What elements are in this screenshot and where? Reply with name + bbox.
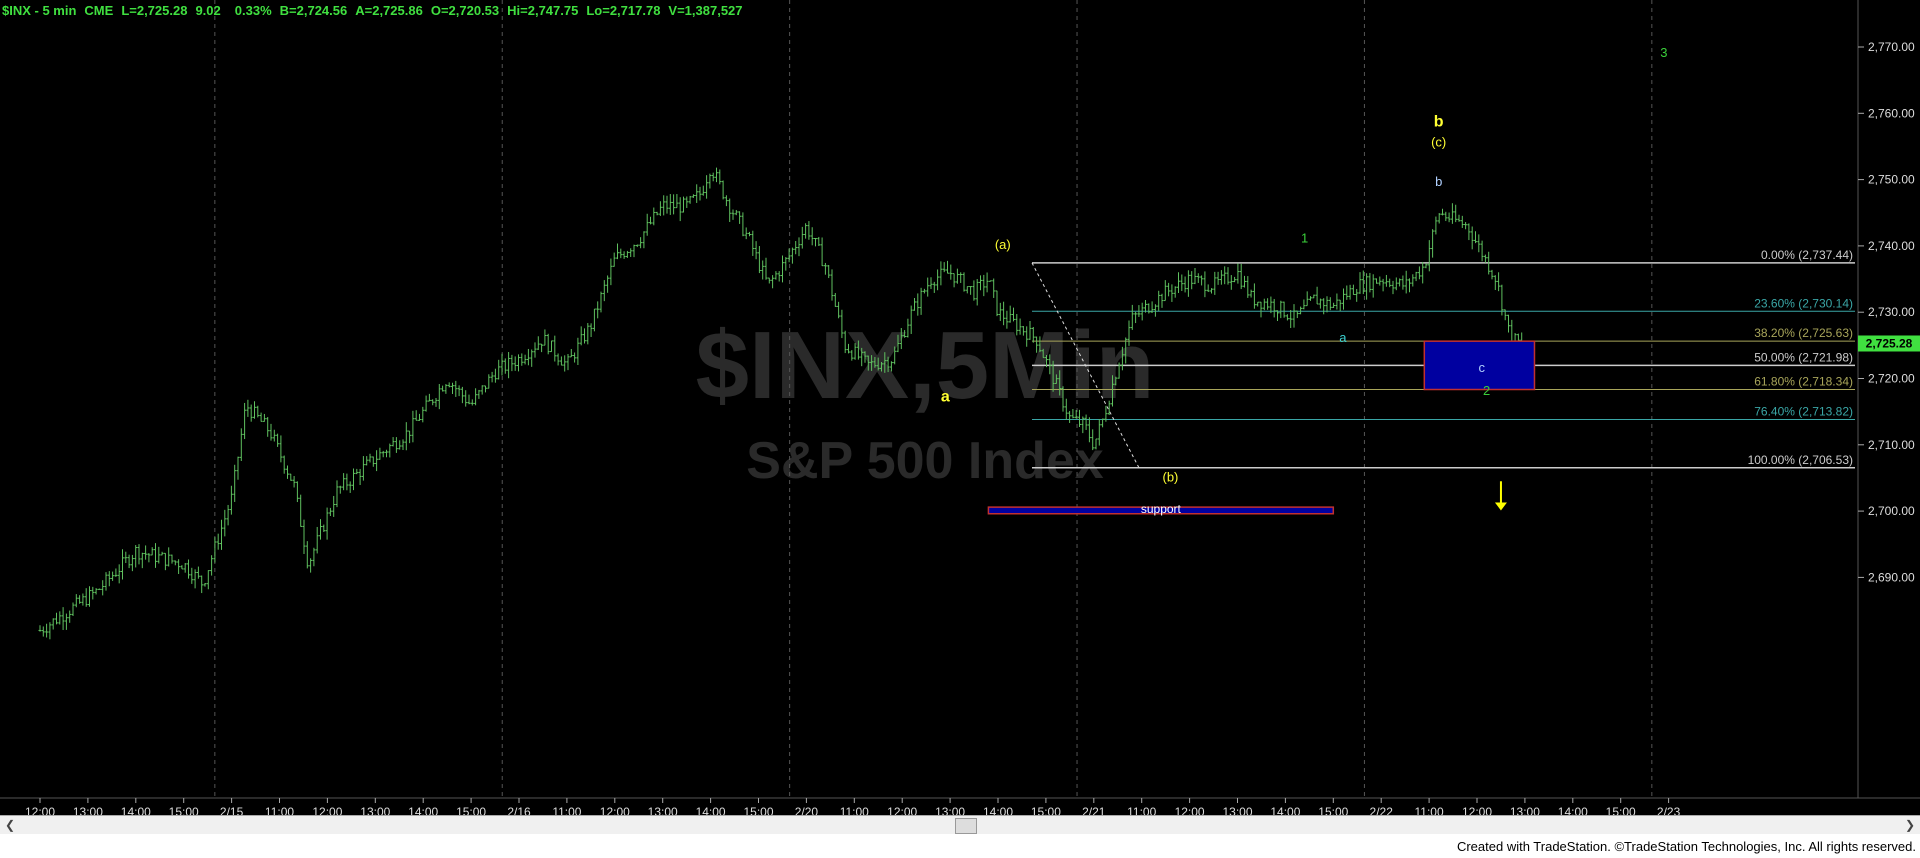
x-tick-label: 14:00 (121, 805, 151, 815)
exchange-label: CME (84, 3, 113, 18)
wave-label: 1 (1301, 231, 1308, 246)
percent-change: 0.33% (235, 3, 272, 18)
x-tick-label: 14:00 (1558, 805, 1588, 815)
low-price: Lo=2,717.78 (586, 3, 660, 18)
x-tick-label: 11:00 (1415, 805, 1444, 815)
y-tick-label: 2,730.00 (1868, 305, 1915, 319)
time-axis[interactable]: 12:00 13:00 14:00 15:00 2/15 11:00 12:00 13:00 1… (25, 798, 1681, 815)
horizontal-scrollbar[interactable]: ❮ ❯ (0, 815, 1920, 835)
x-tick-label: 15:00 (1318, 805, 1348, 815)
scroll-left-icon[interactable]: ❮ (2, 816, 18, 834)
x-tick-label: 2/15 (220, 805, 244, 815)
wave-label: b (1434, 114, 1444, 131)
last-price: L=2,725.28 (121, 3, 187, 18)
fib-level-label: 50.00% (2,721.98) (1754, 350, 1853, 364)
watermark-name: S&P 500 Index (746, 432, 1104, 490)
fib-level-label: 100.00% (2,706.53) (1748, 453, 1853, 467)
x-tick-label: 13:00 (648, 805, 678, 815)
wave-label: (a) (995, 237, 1011, 252)
x-tick-label: 15:00 (743, 805, 773, 815)
net-change: 9.02 (195, 3, 220, 18)
x-tick-label: 13:00 (360, 805, 390, 815)
x-tick-label: 14:00 (408, 805, 438, 815)
y-tick-label: 2,720.00 (1868, 372, 1915, 386)
x-tick-label: 11:00 (840, 805, 869, 815)
last-price-tag: 2,725.28 (1858, 335, 1920, 352)
y-tick-label: 2,740.00 (1868, 239, 1915, 253)
wave-label: 3 (1660, 45, 1667, 60)
scroll-right-icon[interactable]: ❯ (1902, 816, 1918, 834)
ask-price: A=2,725.86 (355, 3, 423, 18)
x-tick-label: 2/20 (795, 805, 819, 815)
price-chart[interactable]: $INX,5Min S&P 500 Index 0.00% (2,737.44)… (0, 0, 1920, 815)
x-tick-label: 2/23 (1657, 805, 1681, 815)
x-tick-label: 15:00 (456, 805, 486, 815)
x-tick-label: 13:00 (73, 805, 103, 815)
x-tick-label: 12:00 (1175, 805, 1205, 815)
x-tick-label: 12:00 (1462, 805, 1492, 815)
x-tick-label: 12:00 (600, 805, 630, 815)
x-tick-label: 15:00 (169, 805, 199, 815)
support-label: support (1141, 502, 1182, 516)
x-tick-label: 15:00 (1606, 805, 1636, 815)
fib-level-label: 38.20% (2,725.63) (1754, 326, 1853, 340)
scroll-thumb[interactable] (955, 818, 977, 834)
x-tick-label: 11:00 (552, 805, 581, 815)
fib-level-label: 76.40% (2,713.82) (1754, 404, 1853, 418)
x-tick-label: 12:00 (887, 805, 917, 815)
x-tick-label: 2/16 (507, 805, 531, 815)
x-tick-label: 12:00 (25, 805, 55, 815)
x-tick-label: 11:00 (265, 805, 294, 815)
wave-label: a (1339, 330, 1347, 345)
x-tick-label: 13:00 (1510, 805, 1540, 815)
wave-label: c (1479, 360, 1486, 375)
wave-label: 2 (1483, 383, 1490, 398)
copyright-text: Created with TradeStation. ©TradeStation… (1456, 839, 1916, 854)
x-tick-label: 12:00 (312, 805, 342, 815)
wave-label: b (1435, 174, 1442, 189)
x-tick-label: 14:00 (1270, 805, 1300, 815)
y-tick-label: 2,690.00 (1868, 570, 1915, 584)
price-axis[interactable]: 2,690.00 2,700.00 2,710.00 2,720.00 2,730.00… (1858, 40, 1915, 584)
y-tick-label: 2,770.00 (1868, 40, 1915, 54)
wave-label: (c) (1431, 134, 1446, 149)
x-tick-label: 2/21 (1082, 805, 1106, 815)
symbol-label: $INX - 5 min (2, 3, 76, 18)
x-tick-label: 14:00 (983, 805, 1013, 815)
volume: V=1,387,527 (668, 3, 742, 18)
fib-level-label: 61.80% (2,718.34) (1754, 375, 1853, 389)
x-tick-label: 14:00 (696, 805, 726, 815)
open-price: O=2,720.53 (431, 3, 499, 18)
x-tick-label: 15:00 (1031, 805, 1061, 815)
fib-level-label: 0.00% (2,737.44) (1761, 248, 1853, 262)
x-tick-label: 13:00 (1222, 805, 1252, 815)
symbol-header: $INX - 5 min CME L=2,725.28 9.02 0.33% B=2,72… (2, 3, 743, 18)
x-tick-label: 2/22 (1370, 805, 1394, 815)
fib-level-label: 23.60% (2,730.14) (1754, 296, 1853, 310)
high-price: Hi=2,747.75 (507, 3, 578, 18)
bid-price: B=2,724.56 (280, 3, 348, 18)
x-tick-label: 11:00 (1127, 805, 1156, 815)
y-tick-label: 2,700.00 (1868, 504, 1915, 518)
down-arrow-head (1494, 502, 1507, 511)
last-price-label: 2,725.28 (1866, 336, 1913, 350)
wave-label: a (941, 389, 950, 406)
x-tick-label: 13:00 (935, 805, 965, 815)
wave-label: (b) (1162, 469, 1178, 484)
footer-bar: Created with TradeStation. ©TradeStation… (0, 834, 1920, 858)
y-tick-label: 2,750.00 (1868, 173, 1915, 187)
y-tick-label: 2,710.00 (1868, 438, 1915, 452)
y-tick-label: 2,760.00 (1868, 106, 1915, 120)
